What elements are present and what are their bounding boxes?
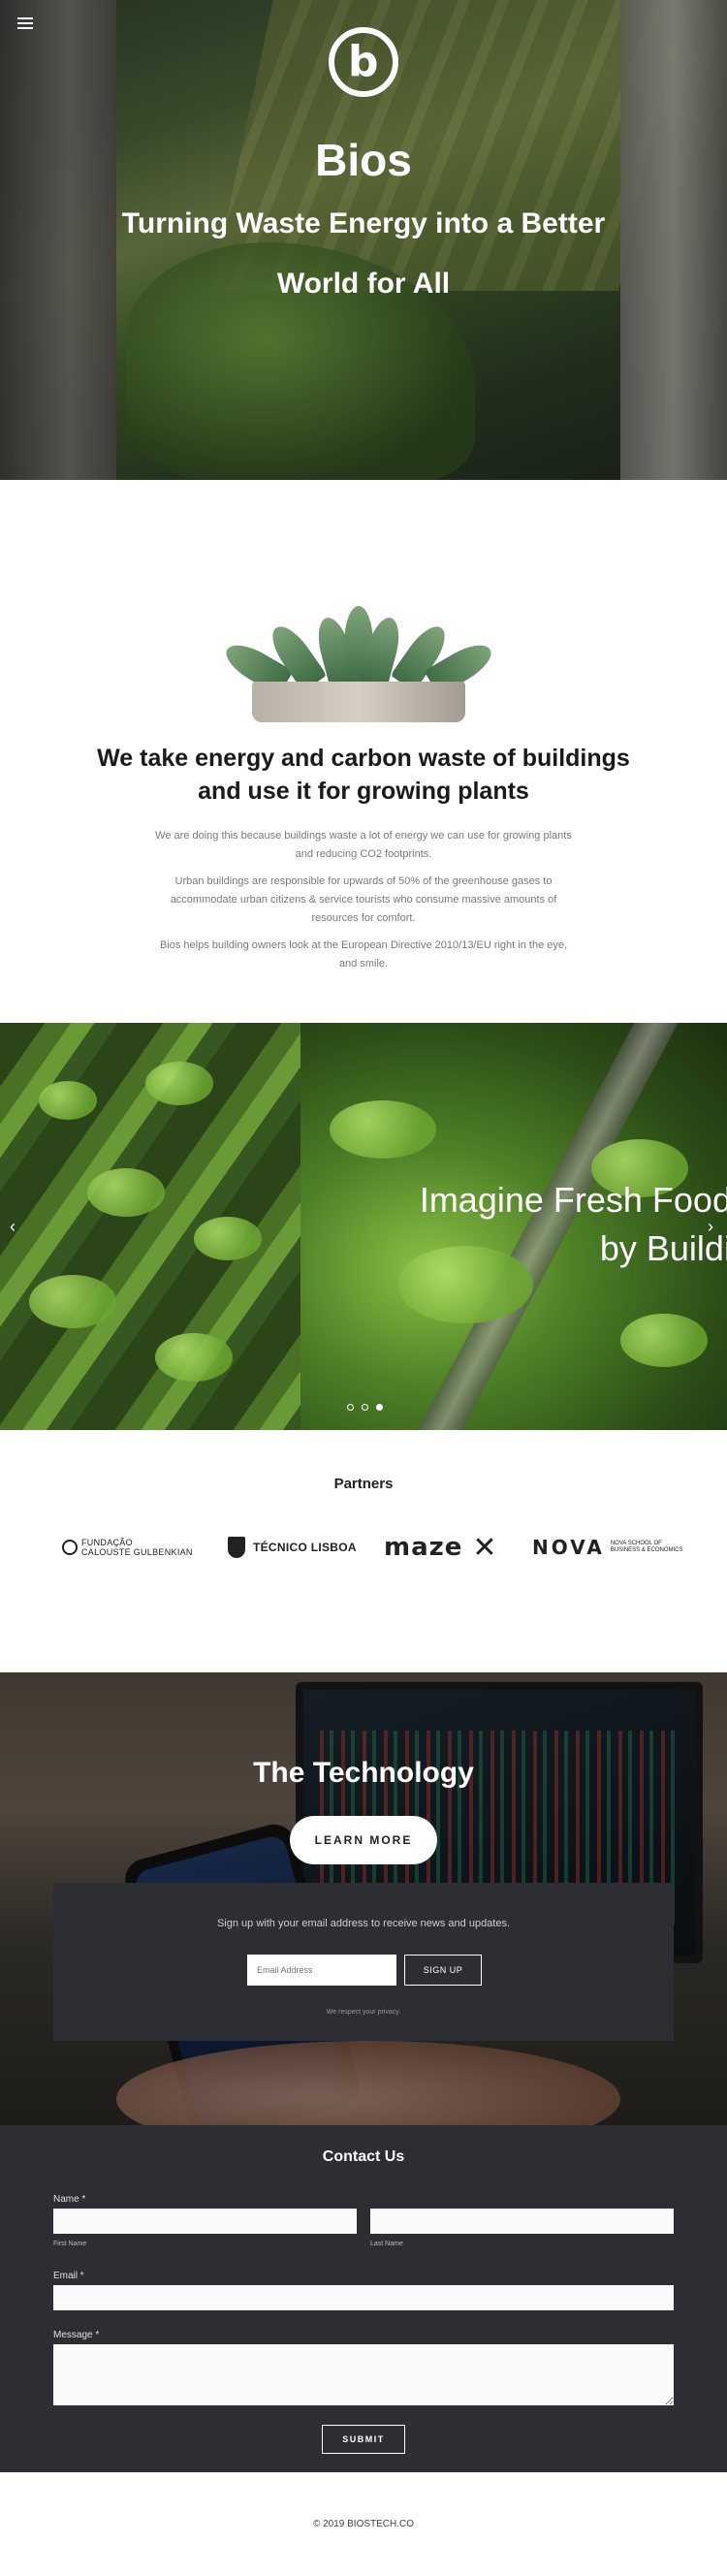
partner-logo-gulbenkian[interactable]: FUNDAÇÃO CALOUSTE GULBENKIAN [62, 1534, 193, 1561]
gulbenkian-line2: CALOUSTE GULBENKIAN [81, 1547, 193, 1557]
succulent-plant-image [219, 606, 498, 722]
message-label: Message * [53, 2330, 100, 2340]
submit-button[interactable]: SUBMIT [322, 2425, 405, 2454]
maze-x-icon: ✕ [472, 1531, 497, 1564]
gulbenkian-mark-icon [62, 1540, 78, 1555]
contact-section: Contact Us Name * First Name Last Name E… [0, 2125, 727, 2472]
signup-text: Sign up with your email address to recei… [216, 1918, 511, 1929]
hero-subtitle: Turning Waste Energy into a Better World… [121, 207, 606, 300]
slider-dot-active[interactable] [376, 1404, 383, 1411]
slide-caption-line2: by Building [599, 1228, 727, 1268]
slide-caption-line1: Imagine Fresh Food fo [419, 1180, 727, 1220]
last-name-field[interactable] [370, 2209, 674, 2234]
partner-logo-maze[interactable]: maze ✕ [384, 1532, 497, 1564]
tecnico-name: TÉCNICO LISBOA [253, 1541, 357, 1554]
bios-logo[interactable]: b [329, 27, 398, 97]
maze-name: maze [384, 1533, 463, 1562]
intro-heading: We take energy and carbon waste of build… [97, 745, 630, 805]
partner-logo-nova[interactable]: NOVA NOVA SCHOOL OF BUSINESS & ECONOMICS [532, 1534, 688, 1561]
intro-paragraph: Bios helps building owners look at the E… [159, 939, 568, 970]
signup-button[interactable]: SIGN UP [404, 1955, 482, 1986]
hero-section: b Bios Turning Waste Energy into a Bette… [0, 0, 727, 480]
slider-dot[interactable] [347, 1404, 354, 1411]
privacy-note: We respect your privacy. [326, 2009, 401, 2016]
chevron-left-icon[interactable]: ‹ [10, 1217, 16, 1237]
menu-icon[interactable] [17, 17, 33, 29]
partner-logo-tecnico[interactable]: TÉCNICO LISBOA [228, 1534, 357, 1561]
nova-subtitle: NOVA SCHOOL OF BUSINESS & ECONOMICS [610, 1541, 683, 1553]
message-field[interactable] [53, 2344, 674, 2405]
tecnico-shield-icon [228, 1537, 245, 1558]
signup-email-input[interactable] [247, 1955, 396, 1986]
first-name-label: First Name [53, 2241, 87, 2247]
footer-copyright: © 2019 BIOSTECH.CO [312, 2519, 415, 2529]
nova-name: NOVA [532, 1536, 605, 1559]
intro-paragraph: We are doing this because buildings wast… [155, 830, 572, 860]
slide-caption: Imagine Fresh Food fo by Building [364, 1176, 727, 1273]
logo-letter: b [348, 37, 379, 86]
hero-title: Bios [315, 135, 412, 185]
email-field[interactable] [53, 2285, 674, 2310]
learn-more-button[interactable]: LEARN MORE [290, 1816, 437, 1864]
last-name-label: Last Name [370, 2241, 403, 2247]
plant-pot [252, 682, 465, 722]
gulbenkian-line1: FUNDAÇÃO [81, 1538, 133, 1547]
newsletter-signup: Sign up with your email address to recei… [53, 1883, 674, 2041]
partners-title: Partners [333, 1476, 394, 1492]
contact-title: Contact Us [322, 2148, 405, 2165]
slider-dots [347, 1404, 383, 1411]
first-name-field[interactable] [53, 2209, 357, 2234]
chevron-right-icon[interactable]: › [708, 1217, 713, 1237]
intro-paragraph: Urban buildings are responsible for upwa… [170, 875, 557, 924]
slider-dot[interactable] [362, 1404, 368, 1411]
page: b Bios Turning Waste Energy into a Bette… [0, 0, 727, 2576]
slide-image-seedlings [0, 1023, 300, 1430]
name-label: Name * [53, 2194, 86, 2205]
email-label: Email * [53, 2271, 84, 2281]
technology-title: The Technology [253, 1757, 474, 1789]
